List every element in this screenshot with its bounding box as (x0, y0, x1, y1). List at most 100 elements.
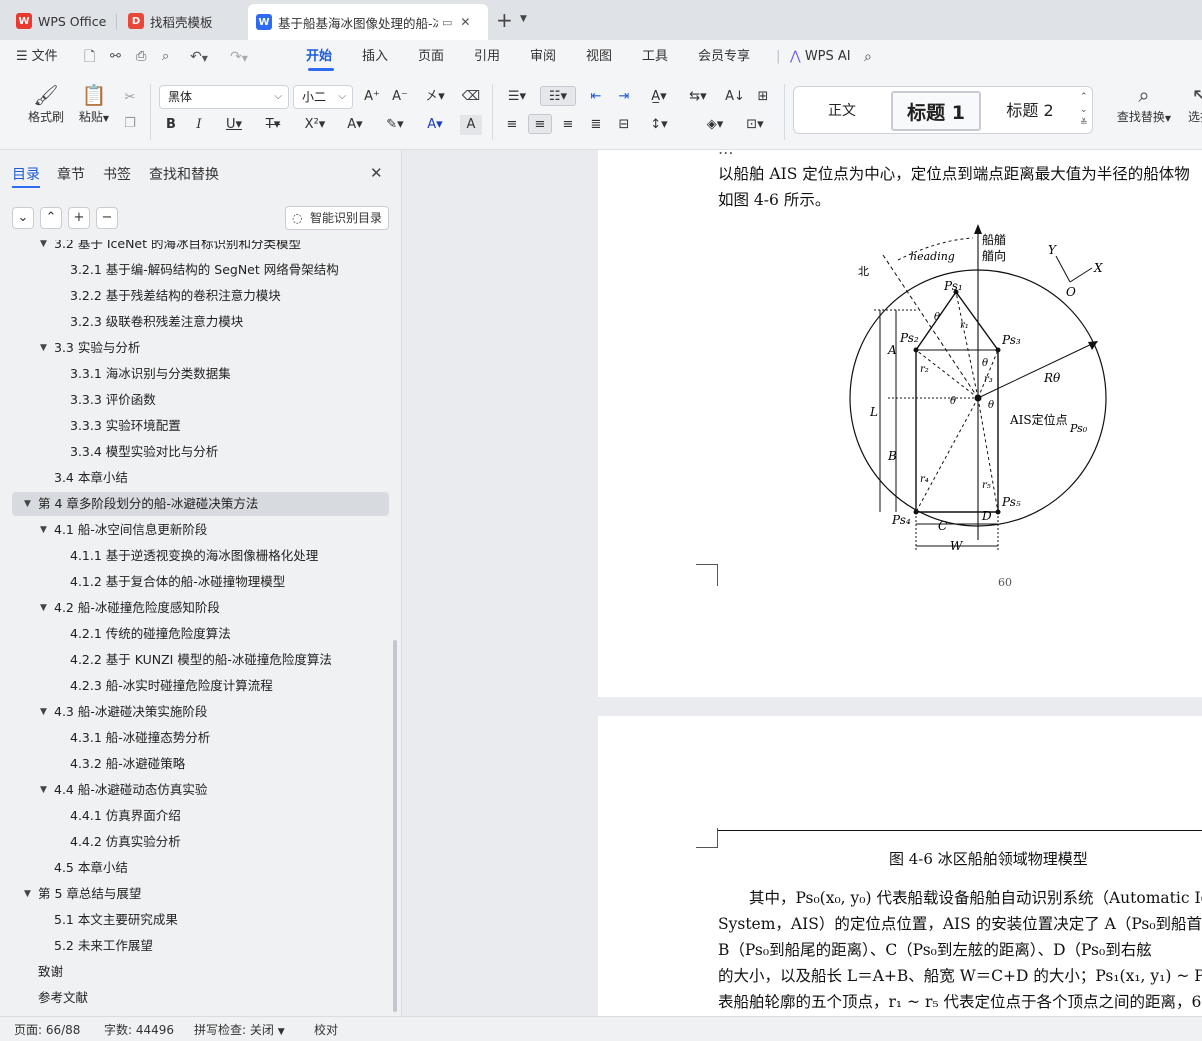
font-size-dropdown[interactable]: 小二 ⌵ (293, 85, 353, 109)
increase-indent-icon[interactable]: ⇥ (614, 87, 634, 107)
doc-line[interactable]: B（Ps₀到船尾的距离）、C（Ps₀到左舷的距离）、D（Ps₀到右舷 (718, 938, 1152, 960)
shrink-font-icon[interactable]: A⁻ (390, 87, 410, 107)
expand-arrow-icon[interactable]: ▼ (40, 518, 47, 542)
style-heading-1[interactable]: 标题 1 (891, 91, 981, 131)
tab-wps-office[interactable]: W WPS Office (8, 6, 114, 36)
toc-item[interactable]: ▼ 第 5 章总结与展望 (12, 882, 389, 906)
expand-arrow-icon[interactable]: ▼ (40, 700, 47, 724)
spell-check-toggle[interactable]: 拼写检查: 关闭 ▼ (194, 1021, 285, 1038)
doc-line[interactable]: System，AIS）的定位点位置，AIS 的安装位置决定了 A（Ps₀到船首的 (718, 912, 1202, 934)
toc-item[interactable]: ▼ 4.3 船-冰避碰决策实施阶段 (12, 700, 389, 724)
toc-item[interactable]: 4.5 本章小结 (12, 856, 389, 880)
numbering-icon[interactable]: ☷▾ (540, 86, 576, 106)
superscript-icon[interactable]: X²▾ (300, 115, 330, 135)
close-pane-icon[interactable]: ✕ (370, 164, 383, 182)
style-heading-2[interactable]: 标题 2 (986, 91, 1074, 131)
decrease-indent-icon[interactable]: ⇤ (586, 87, 606, 107)
toc-item[interactable]: ▼ 4.2 船-冰碰撞危险度感知阶段 (12, 596, 389, 620)
link-icon[interactable]: ⚯ (110, 46, 121, 68)
text-effect-icon[interactable]: A▾ (340, 115, 370, 135)
toc-item[interactable]: 5.2 未来工作展望 (12, 934, 389, 958)
phonetic-guide-icon[interactable]: 㐅▾ (420, 87, 450, 107)
select-button[interactable]: ↖ 选择 (1180, 82, 1202, 125)
doc-line[interactable]: 其中，Ps₀(x₀, y₀) 代表船载设备船舶自动识别系统（Automatic … (749, 886, 1202, 908)
menu-insert[interactable]: 插入 (362, 46, 388, 68)
close-tab-icon[interactable]: ✕ (460, 15, 470, 29)
char-shading-icon[interactable]: A (460, 115, 482, 135)
expand-arrow-icon[interactable]: ▼ (40, 778, 47, 802)
expand-arrow-icon[interactable]: ▼ (40, 336, 47, 360)
tab-toc[interactable]: 目录 (12, 164, 40, 184)
toc-item[interactable]: 3.3.3 评价函数 (12, 388, 389, 412)
menu-member[interactable]: 会员专享 (698, 46, 750, 68)
toc-item[interactable]: ▼ 4.1 船-冰空间信息更新阶段 (12, 518, 389, 542)
tab-bookmarks[interactable]: 书签 (103, 164, 131, 184)
align-left-icon[interactable]: ≡ (502, 115, 522, 135)
style-gallery-scroll[interactable]: ⌃ ⌄ ≚ (1080, 91, 1088, 130)
print-icon[interactable]: ⎙ (136, 46, 146, 68)
toc-scrollbar[interactable] (393, 640, 397, 1012)
tab-find-replace[interactable]: 查找和替换 (149, 164, 219, 184)
toc-item[interactable]: ▼ 3.3 实验与分析 (12, 336, 389, 360)
grow-font-icon[interactable]: A⁺ (362, 87, 382, 107)
distributed-icon[interactable]: ⊟ (614, 115, 634, 135)
search-icon[interactable]: ⌕ (864, 46, 872, 68)
tab-docer-templates[interactable]: D 找稻壳模板 (120, 6, 244, 36)
menu-view[interactable]: 视图 (586, 46, 612, 68)
show-marks-icon[interactable]: ⊞ (752, 87, 774, 107)
strikethrough-icon[interactable]: T▾ (258, 115, 288, 135)
undo-icon[interactable]: ↶▼ (190, 46, 208, 68)
tab-chapters[interactable]: 章节 (57, 164, 85, 184)
align-center-icon[interactable]: ≡ (528, 114, 552, 134)
highlight-icon[interactable]: ✎▾ (380, 115, 410, 135)
page-indicator[interactable]: 页面: 66/88 (14, 1021, 80, 1038)
justify-icon[interactable]: ≣ (586, 115, 606, 135)
toc-item[interactable]: 3.2.2 基于残差结构的卷积注意力模块 (12, 284, 389, 308)
cut-icon[interactable]: ✂ (120, 88, 140, 108)
toc-item[interactable]: 3.3.3 实验环境配置 (12, 414, 389, 438)
file-menu[interactable]: ☰ 文件 (16, 46, 58, 68)
window-mode-icon[interactable]: ▭ (442, 16, 452, 29)
doc-line[interactable]: 表船舶轮廓的五个顶点，r₁ ~ r₅ 代表定位点于各个顶点之间的距离，6 (718, 990, 1201, 1012)
toc-item[interactable]: 4.1.1 基于逆透视变换的海冰图像栅格化处理 (12, 544, 389, 568)
toc-item[interactable]: 4.2.1 传统的碰撞危险度算法 (12, 622, 389, 646)
menu-home[interactable]: 开始 (306, 46, 332, 68)
menu-tools[interactable]: 工具 (642, 46, 668, 68)
figure-caption[interactable]: 图 4-6 冰区船舶领域物理模型 (889, 848, 1088, 869)
menu-review[interactable]: 审阅 (530, 46, 556, 68)
expand-arrow-icon[interactable]: ▼ (24, 882, 31, 906)
font-name-dropdown[interactable]: 黑体 ⌵ (159, 85, 289, 109)
font-color-icon[interactable]: A▾ (420, 115, 450, 135)
smart-toc-button[interactable]: ◌ 智能识别目录 (285, 206, 389, 230)
toc-item[interactable]: ▼ 第 4 章多阶段划分的船-冰避碰决策方法 (12, 492, 389, 516)
toc-item[interactable]: 4.3.2 船-冰避碰策略 (12, 752, 389, 776)
proofread-button[interactable]: 校对 (314, 1021, 338, 1038)
format-painter-button[interactable]: 🖌 格式刷 (24, 82, 68, 125)
doc-line[interactable]: 如图 4-6 所示。 (718, 188, 830, 210)
toc-item[interactable]: 3.4 本章小结 (12, 466, 389, 490)
expand-arrow-icon[interactable]: ▼ (40, 240, 47, 256)
bold-icon[interactable]: B (162, 115, 180, 135)
tab-current-document[interactable]: W 基于船基海冰图像处理的船-冰 ▭ ✕ (248, 4, 488, 40)
find-replace-button[interactable]: ⌕ 查找替换▼ (1114, 82, 1174, 125)
chinese-layout-icon[interactable]: A̲▾ (644, 87, 674, 107)
toc-item[interactable]: 致谢 (12, 960, 389, 984)
expand-arrow-icon[interactable]: ▼ (40, 596, 47, 620)
text-direction-icon[interactable]: ⇆▾ (684, 87, 712, 107)
underline-icon[interactable]: U▾ (220, 115, 248, 135)
style-normal[interactable]: 正文 (798, 91, 886, 131)
italic-icon[interactable]: I (190, 115, 208, 135)
toc-item[interactable]: 4.4.2 仿真实验分析 (12, 830, 389, 854)
toc-item[interactable]: 4.2.2 基于 KUNZI 模型的船-冰碰撞危险度算法 (12, 648, 389, 672)
shading-icon[interactable]: ◈▾ (700, 115, 730, 135)
doc-line[interactable]: 的大小，以及船长 L＝A+B、船宽 W＝C+D 的大小；Ps₁(x₁, y₁) … (718, 964, 1202, 986)
expand-up-button[interactable]: ⌃ (40, 207, 62, 229)
doc-line[interactable]: 以船舶 AIS 定位点为中心，定位点到端点距离最大值为半径的船体物 (718, 162, 1190, 184)
toc-item[interactable]: 参考文献 (12, 986, 389, 1010)
tab-list-chevron-icon[interactable]: ▼ (520, 14, 527, 24)
align-right-icon[interactable]: ≡ (558, 115, 578, 135)
toc-item[interactable]: 4.4.1 仿真界面介绍 (12, 804, 389, 828)
remove-heading-button[interactable]: − (96, 207, 118, 229)
toc-item[interactable]: 3.2.3 级联卷积残差注意力模块 (12, 310, 389, 334)
paste-button[interactable]: 📋 粘贴▼ (72, 82, 116, 125)
